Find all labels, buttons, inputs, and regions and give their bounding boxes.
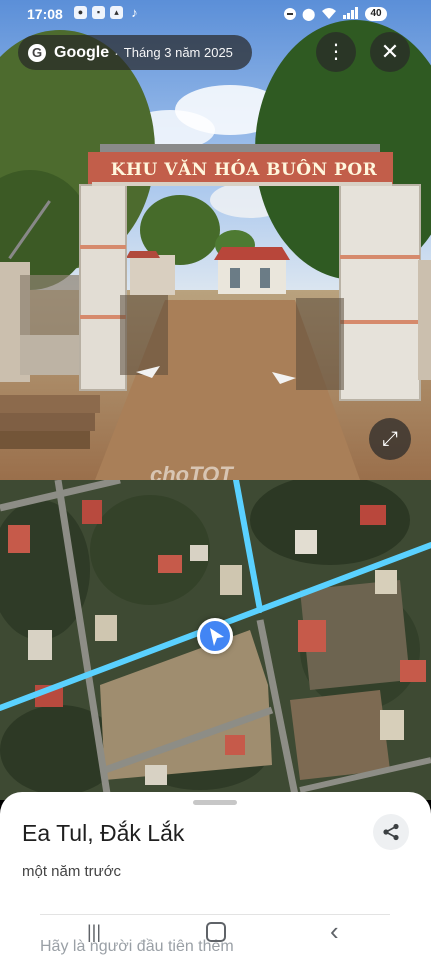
notification-icons: ● ▪ ▴ ♪: [74, 6, 141, 19]
battery-indicator: 40: [365, 7, 387, 21]
separator: ·: [114, 44, 119, 61]
recent-apps-button[interactable]: |||: [87, 922, 101, 943]
signal-icon: [343, 6, 359, 22]
place-name: Ea Tul, Đắk Lắk: [22, 820, 185, 846]
back-button[interactable]: ‹: [330, 916, 339, 947]
do-not-disturb-icon: [284, 8, 296, 20]
tiktok-icon: ♪: [131, 5, 138, 20]
message-icon: ▪: [92, 6, 105, 19]
capture-date: Tháng 3 năm 2025: [123, 45, 233, 60]
close-icon: ✕: [380, 39, 400, 64]
google-date-pill[interactable]: G Google · Tháng 3 năm 2025: [18, 35, 252, 70]
street-view-image: [0, 0, 431, 480]
wifi-icon: [321, 6, 337, 22]
system-icons: ⬤ 40: [284, 6, 387, 22]
gallery-icon: ▴: [110, 6, 123, 19]
share-icon: [383, 823, 399, 841]
capture-time-ago: một năm trước: [22, 863, 122, 880]
location-icon: ⬤: [302, 7, 316, 21]
sheet-drag-handle[interactable]: [193, 800, 237, 805]
more-vert-icon: ⋮: [326, 41, 346, 63]
status-time: 17:08: [27, 6, 63, 22]
close-button[interactable]: ✕: [370, 32, 410, 72]
current-location-marker[interactable]: [197, 618, 233, 654]
navigation-arrow-icon: [210, 628, 224, 646]
app-icon: ●: [74, 6, 87, 19]
street-view-photo[interactable]: KHU VĂN HÓA BUÔN POR choTOT ⤢: [0, 0, 431, 480]
divider: [40, 914, 390, 915]
watermark: choTOT: [150, 462, 233, 480]
gate-sign-text: KHU VĂN HÓA BUÔN POR: [110, 160, 378, 180]
google-logo-icon: G: [28, 43, 46, 62]
android-nav-bar: ||| ‹: [0, 916, 431, 960]
status-bar: 17:08 ● ▪ ▴ ♪ ⬤ 40: [0, 0, 431, 30]
share-button[interactable]: [373, 814, 409, 850]
more-options-button[interactable]: ⋮: [316, 32, 356, 72]
expand-button[interactable]: ⤢: [369, 418, 411, 460]
app-name: Google: [54, 43, 110, 61]
home-button[interactable]: [206, 922, 226, 942]
expand-icon: ⤢: [382, 428, 398, 450]
